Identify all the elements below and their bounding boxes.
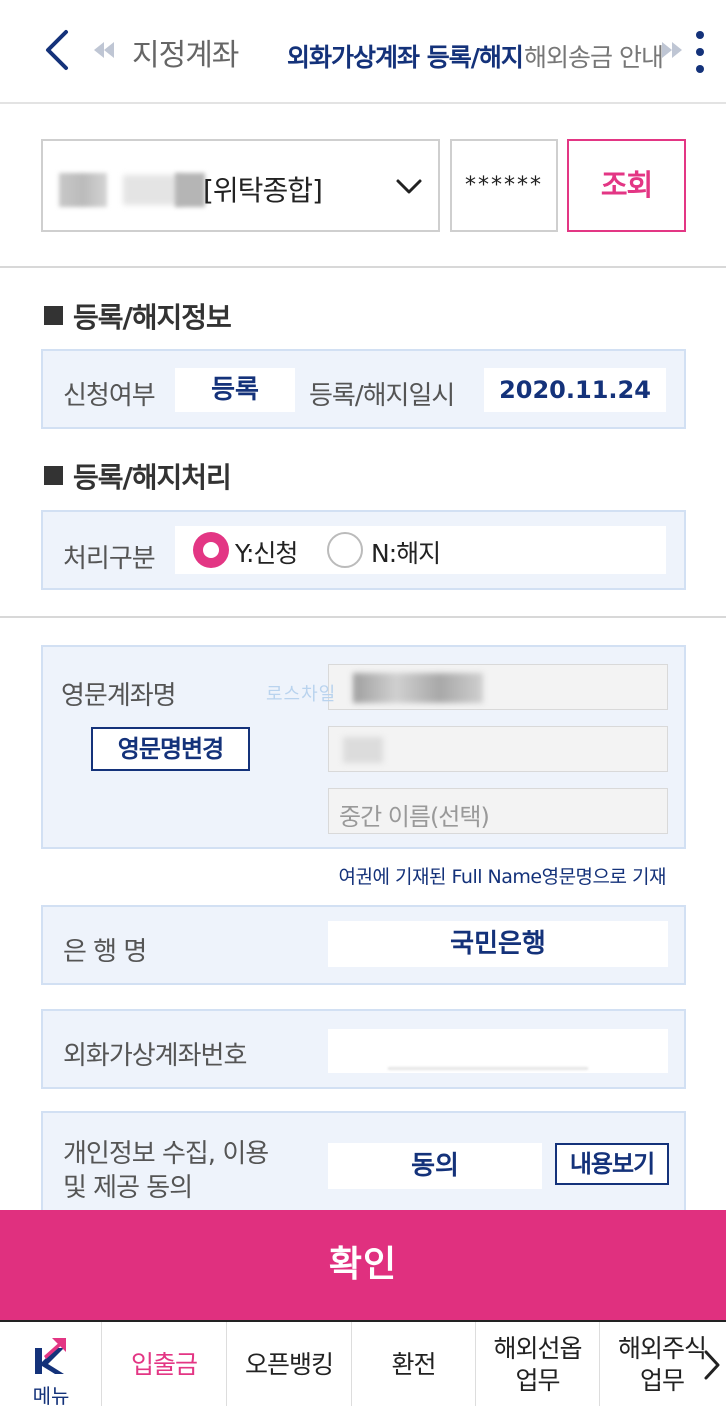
- square-bullet-icon: [44, 466, 63, 485]
- virtual-account-panel: 외화가상계좌번호: [41, 1009, 686, 1089]
- process-type-label: 처리구분: [63, 544, 156, 574]
- processing-panel: 처리구분 Y:신청 N:해지: [41, 510, 686, 590]
- header: 지정계좌 외화가상계좌 등록/해지 해외송금 안내: [0, 0, 726, 104]
- radio-cancel-label[interactable]: N:해지: [371, 534, 441, 570]
- chevron-down-icon: [396, 179, 422, 194]
- more-vertical-icon[interactable]: [692, 28, 708, 76]
- middle-name-field[interactable]: 중간 이름(선택): [328, 788, 668, 834]
- nav-item-deposit-withdraw[interactable]: 입출금: [102, 1322, 227, 1406]
- last-name-field[interactable]: [328, 664, 668, 710]
- redacted-name: [343, 737, 383, 763]
- watermark: 로스차일: [266, 684, 337, 705]
- redacted-account-number: [123, 175, 183, 205]
- redacted-name: [353, 673, 483, 703]
- account-type-label: [위탁종합]: [203, 174, 323, 207]
- k-logo-icon: [35, 1338, 66, 1374]
- chevron-right-icon[interactable]: [700, 1348, 724, 1382]
- nav-menu-button[interactable]: 메뉴: [0, 1322, 102, 1406]
- consent-label-line2: 및 제공 동의: [63, 1173, 193, 1203]
- bank-label: 은 행 명: [63, 937, 147, 967]
- register-date-label: 등록/해지일시: [309, 381, 455, 411]
- process-type-radio-group: Y:신청 N:해지: [175, 526, 666, 574]
- tab-overseas-remittance[interactable]: 해외송금 안내: [524, 38, 664, 74]
- section-title-text: 등록/해지처리: [73, 461, 232, 494]
- bank-panel: 은 행 명 국민은행: [41, 905, 686, 985]
- password-mask: ******: [465, 173, 543, 198]
- search-button[interactable]: 조회: [567, 139, 686, 232]
- menu-label: 메뉴: [32, 1384, 70, 1406]
- virtual-account-label: 외화가상계좌번호: [63, 1041, 247, 1071]
- registration-info-panel: 신청여부 등록 등록/해지일시 2020.11.24: [41, 349, 686, 429]
- consent-label-line1: 개인정보 수집, 이용: [63, 1139, 269, 1169]
- divider: [0, 616, 726, 618]
- tab-designated-account[interactable]: 지정계좌: [132, 30, 239, 74]
- bottom-nav: 메뉴 입출금 오픈뱅킹 환전 해외선옵 업무 해외주식 업무: [0, 1320, 726, 1406]
- section-title-text: 등록/해지정보: [73, 301, 232, 334]
- nav-item-overseas-options[interactable]: 해외선옵 업무: [476, 1322, 600, 1406]
- square-bullet-icon: [44, 306, 63, 325]
- password-field[interactable]: ******: [450, 139, 558, 232]
- section-title-registration-info: 등록/해지정보: [44, 296, 232, 336]
- english-name-label: 영문계좌명: [61, 681, 177, 711]
- tab-next-icon[interactable]: [660, 38, 684, 62]
- english-name-panel: 영문계좌명 영문명변경 중간 이름(선택): [41, 645, 686, 849]
- radio-apply-label[interactable]: Y:신청: [235, 534, 298, 570]
- confirm-button[interactable]: 확인: [0, 1210, 726, 1320]
- virtual-account-value: [328, 1029, 668, 1073]
- register-date-value: 2020.11.24: [484, 368, 666, 412]
- tab-prev-icon[interactable]: [92, 38, 116, 62]
- back-icon[interactable]: [38, 26, 78, 74]
- tab-virtual-account[interactable]: 외화가상계좌 등록/해지: [287, 38, 524, 74]
- apply-status-value: 등록: [175, 368, 295, 412]
- middle-name-placeholder: 중간 이름(선택): [339, 803, 490, 831]
- consent-value: 동의: [328, 1143, 542, 1189]
- radio-apply[interactable]: [193, 532, 229, 568]
- redacted-account-number: [388, 1067, 588, 1070]
- divider: [0, 266, 726, 268]
- bank-value: 국민은행: [328, 921, 668, 967]
- radio-cancel[interactable]: [327, 532, 363, 568]
- english-name-note: 여권에 기재된 Full Name영문명으로 기재: [338, 866, 667, 888]
- consent-panel: 개인정보 수집, 이용 및 제공 동의 동의 내용보기: [41, 1111, 686, 1221]
- view-content-button[interactable]: 내용보기: [555, 1143, 669, 1185]
- redacted-account-number: [175, 173, 205, 207]
- account-select[interactable]: [위탁종합]: [41, 139, 440, 232]
- nav-item-exchange[interactable]: 환전: [352, 1322, 476, 1406]
- change-english-name-button[interactable]: 영문명변경: [91, 727, 250, 771]
- section-title-processing: 등록/해지처리: [44, 456, 232, 496]
- nav-item-open-banking[interactable]: 오픈뱅킹: [227, 1322, 352, 1406]
- redacted-account-number: [59, 173, 107, 207]
- apply-status-label: 신청여부: [63, 381, 156, 411]
- first-name-field[interactable]: [328, 726, 668, 772]
